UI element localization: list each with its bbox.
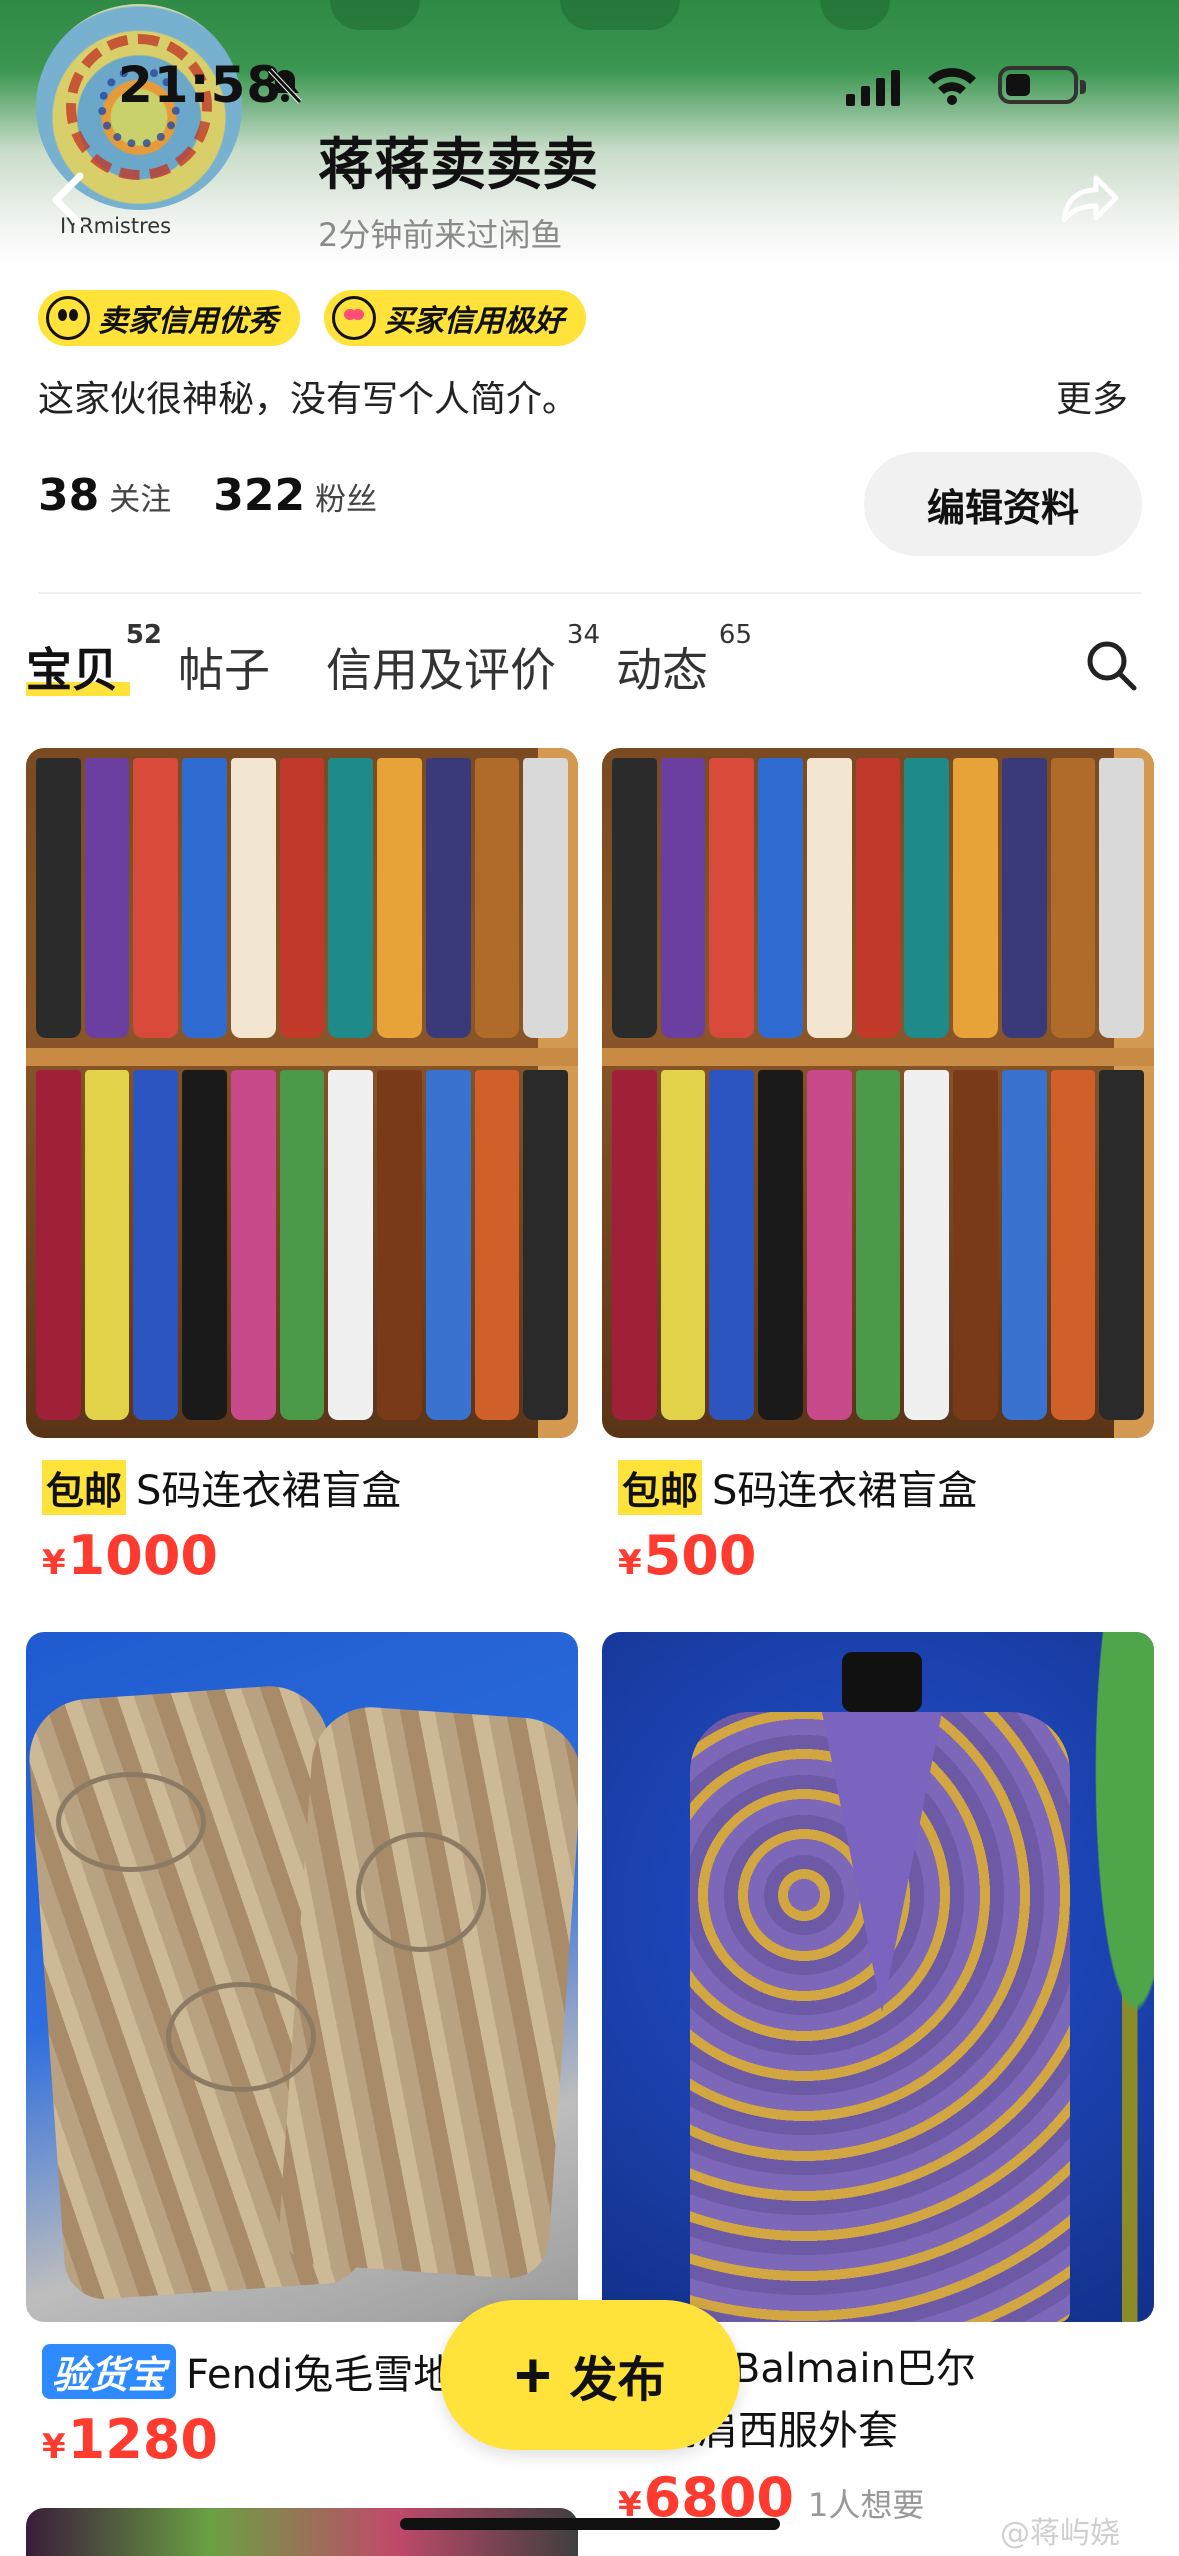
following-count[interactable]: 38 [38, 470, 99, 521]
fur-boots-photo [26, 1632, 578, 2322]
grin-face-icon [46, 296, 90, 340]
plus-icon: + [514, 2339, 552, 2411]
wardrobe-photo [26, 748, 578, 1438]
verified-tag: 验货宝 [42, 2343, 177, 2399]
want-count: 1人想要 [807, 2486, 925, 2524]
profile-name: 蒋蒋卖卖卖 [318, 133, 598, 198]
item-title: 包邮 S码连衣裙盲盒 [42, 1458, 582, 1516]
free-shipping-tag: 包邮 [618, 1459, 703, 1515]
bell-slash-icon [268, 68, 302, 104]
item-card[interactable]: 包邮 S码连衣裙盲盒 ¥500 [602, 748, 1154, 1587]
heart-eyes-face-icon [332, 296, 376, 340]
tab-items[interactable]: 宝贝 52 [26, 620, 162, 700]
home-indicator[interactable] [400, 2518, 780, 2530]
battery-icon [998, 66, 1086, 104]
item-price: ¥1280 [42, 2408, 218, 2471]
publish-button[interactable]: + 发布 [440, 2300, 740, 2450]
item-price: ¥1000 [42, 1524, 218, 1587]
status-time: 21:58 [118, 56, 283, 114]
item-card[interactable]: PierreBalmain巴尔 款高肩西服外套 ¥6800 1人想要 [602, 1632, 1154, 2529]
free-shipping-tag: 包邮 [42, 1459, 127, 1515]
item-price: ¥500 [618, 1524, 757, 1587]
tab-activity[interactable]: 动态 65 [616, 620, 752, 700]
item-card[interactable]: 包邮 S码连衣裙盲盒 ¥1000 [26, 748, 578, 1587]
purple-blazer-photo [602, 1632, 1154, 2322]
badge-label: 卖家信用优秀 [98, 304, 278, 339]
bio-text: 这家伙很神秘，没有写个人简介。 [38, 379, 579, 420]
wardrobe-photo [602, 748, 1154, 1438]
last-visit-text: 2分钟前来过闲鱼 [318, 216, 563, 254]
more-link[interactable]: 更多 [1056, 370, 1128, 422]
tab-posts[interactable]: 帖子 [178, 634, 270, 700]
follow-stats: 38 关注 322 粉丝 [38, 470, 419, 521]
search-icon[interactable] [1084, 638, 1138, 692]
fans-count[interactable]: 322 [213, 470, 305, 521]
item-card[interactable] [26, 2508, 578, 2556]
fans-label[interactable]: 粉丝 [315, 474, 377, 519]
watermark: @蒋屿娆 [1000, 2516, 1120, 2551]
profile-tabs: 宝贝 52 帖子 信用及评价 34 动态 65 [26, 620, 764, 700]
item-title: 包邮 S码连衣裙盲盒 [618, 1458, 1158, 1516]
share-icon[interactable] [1056, 168, 1120, 228]
badge-label: 买家信用极好 [384, 304, 564, 339]
back-arrow-icon[interactable] [48, 170, 88, 230]
tab-credit-reviews[interactable]: 信用及评价 34 [326, 620, 600, 700]
divider [38, 592, 1141, 594]
edit-profile-button[interactable]: 编辑资料 [864, 452, 1142, 556]
wifi-icon [928, 68, 976, 105]
seller-credit-badge[interactable]: 卖家信用优秀 [38, 290, 300, 346]
buyer-credit-badge[interactable]: 买家信用极好 [324, 290, 586, 346]
cellular-signal-icon [846, 66, 900, 106]
following-label[interactable]: 关注 [109, 474, 171, 519]
item-card[interactable]: 验货宝 Fendi兔毛雪地 ¥1280 [26, 1632, 578, 2471]
